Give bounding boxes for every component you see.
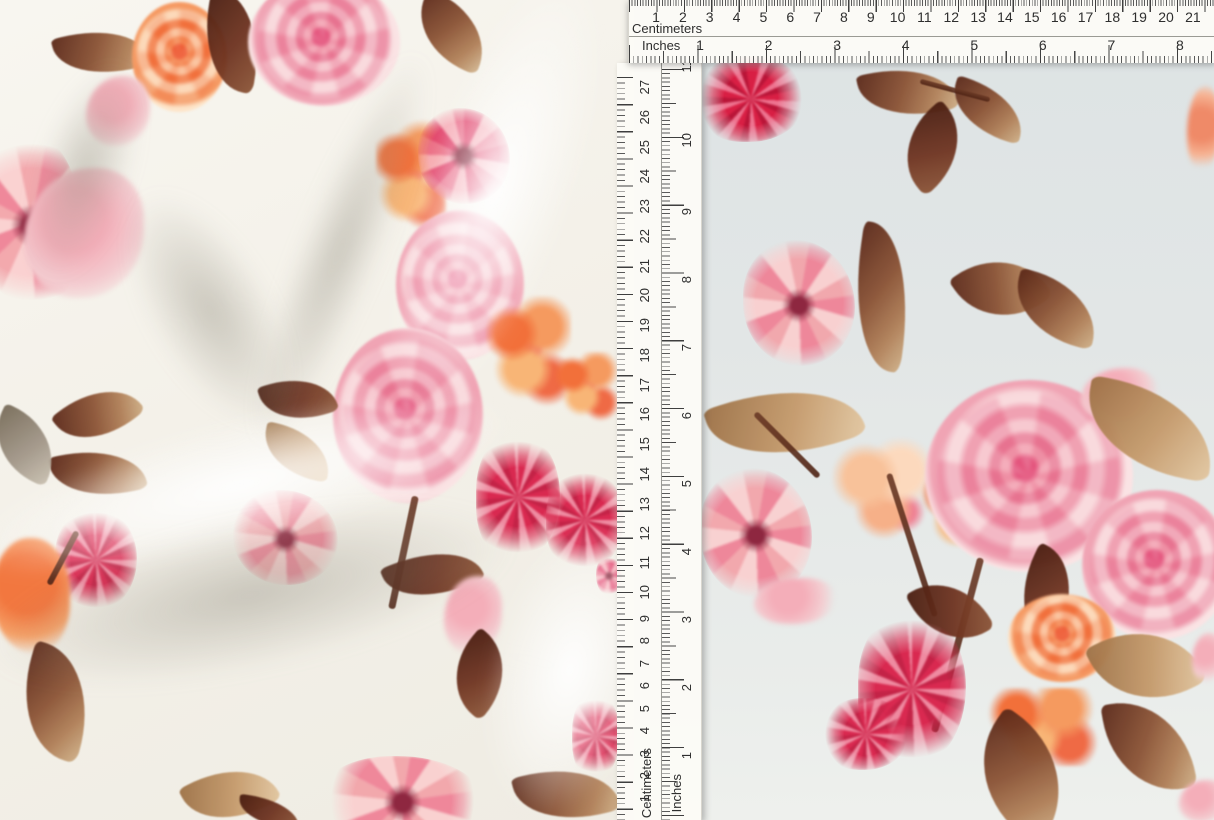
petal-motif [1187, 86, 1214, 172]
cm-number: 7 [807, 9, 827, 25]
cm-number: 18 [1102, 9, 1122, 25]
cm-number: 17 [638, 378, 651, 392]
draped-fabric-panel [0, 0, 634, 820]
cm-number: 21 [1183, 9, 1203, 25]
cm-number: 21 [638, 259, 651, 273]
cm-number: 9 [638, 615, 651, 622]
leaf-motif [50, 369, 145, 459]
cm-number: 15 [638, 437, 651, 451]
inch-number: 4 [680, 548, 693, 555]
inch-number: 5 [680, 480, 693, 487]
vertical-inch-numbers: 1110987654321 [675, 59, 697, 759]
inch-number: 10 [680, 133, 693, 147]
vertical-ruler: 2726252423222120191817161514131211109876… [617, 63, 702, 820]
cm-number: 3 [700, 9, 720, 25]
centimeters-label: Centimeters [639, 748, 654, 818]
cm-number: 9 [861, 9, 881, 25]
leaf-motif [1100, 692, 1197, 801]
centimeters-label: Centimeters [632, 21, 702, 36]
cm-number: 26 [638, 110, 651, 124]
cm-number: 11 [914, 9, 934, 25]
cm-number: 13 [638, 497, 651, 511]
cm-number: 12 [638, 526, 651, 540]
cm-number: 5 [753, 9, 773, 25]
inch-number: 7 [680, 344, 693, 351]
cm-number: 20 [1156, 9, 1176, 25]
cm-number: 19 [1129, 9, 1149, 25]
cm-number: 16 [638, 407, 651, 421]
cm-number: 23 [638, 199, 651, 213]
cm-number: 14 [995, 9, 1015, 25]
horizontal-inch-ticks [629, 45, 1214, 63]
cm-number: 20 [638, 288, 651, 302]
fabric-photo: 2726252423222120191817161514131211109876… [0, 0, 1214, 820]
carnation-motif [695, 56, 807, 142]
cm-number: 14 [638, 467, 651, 481]
inch-number: 9 [680, 208, 693, 215]
lily-motif [743, 240, 855, 366]
cm-number: 13 [968, 9, 988, 25]
cm-number: 6 [638, 682, 651, 689]
inch-number: 8 [680, 276, 693, 283]
cm-number: 27 [638, 80, 651, 94]
cm-number: 11 [638, 556, 651, 570]
leaf-motif [844, 221, 920, 373]
cm-number: 10 [638, 585, 651, 599]
cm-number: 25 [638, 140, 651, 154]
vertical-cm-numbers: 27 26 25 24 23 22 21 20 19 18 17 16 15 14 13 12 11 10 9 8 7 6… [631, 80, 657, 802]
cm-number: 7 [638, 660, 651, 667]
horizontal-cm-numbers: 123456789101112131415161718192021 [629, 9, 1214, 25]
cm-number: 17 [1076, 9, 1096, 25]
cm-number: 4 [638, 727, 651, 734]
cm-number: 16 [1049, 9, 1069, 25]
cm-number: 24 [638, 169, 651, 183]
inch-number: 3 [680, 616, 693, 623]
inch-number: 1 [680, 752, 693, 759]
cm-number: 18 [638, 348, 651, 362]
cm-number: 22 [638, 229, 651, 243]
lily-motif [320, 756, 485, 820]
cm-number: 5 [638, 705, 651, 712]
orange-flower-motif [552, 352, 620, 424]
cm-number: 12 [941, 9, 961, 25]
inches-label: Inches [669, 774, 684, 812]
petal-motif [1192, 633, 1214, 683]
cm-number: 8 [834, 9, 854, 25]
inch-number: 2 [680, 684, 693, 691]
cm-number: 6 [780, 9, 800, 25]
cm-number: 15 [1022, 9, 1042, 25]
inch-number: 6 [680, 412, 693, 419]
cm-number: 4 [727, 9, 747, 25]
cm-number: 19 [638, 318, 651, 332]
cm-number: 8 [638, 637, 651, 644]
cm-number: 10 [888, 9, 908, 25]
flat-fabric-panel [634, 0, 1214, 820]
horizontal-ruler: 123456789101112131415161718192021 Centim… [628, 0, 1214, 63]
